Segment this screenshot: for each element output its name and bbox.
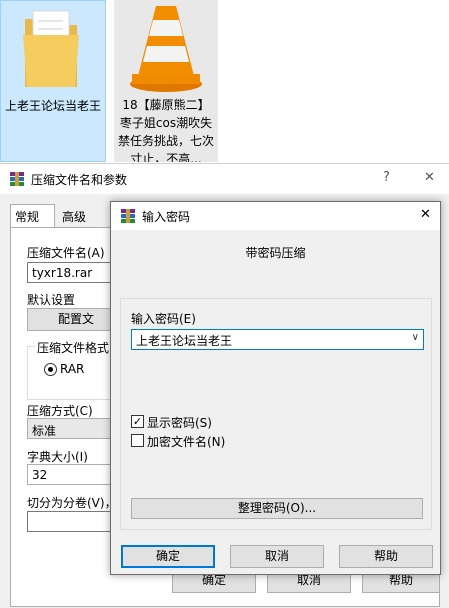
password-value: 上老王论坛当老王 — [136, 334, 233, 348]
archive-dialog-title: 压缩文件名和参数 — [31, 173, 128, 187]
password-dialog-title: 输入密码 — [142, 210, 191, 224]
archive-dialog-titlebar: 压缩文件名和参数 ? ✕ — [0, 164, 449, 194]
show-password-checkbox[interactable]: ✓ — [131, 415, 144, 428]
archive-format-label: 压缩文件格式 — [35, 339, 112, 356]
password-dialog: 输入密码 ✕ 带密码压缩 输入密码(E) 上老王论坛当老王 ∨ ✓ 显示密码(S… — [110, 201, 441, 575]
winrar-icon — [121, 209, 135, 223]
winrar-icon — [10, 172, 24, 186]
vlc-file-label: 18【藤原熊二】枣子姐cos潮吹失禁任务挑战，七次寸止，不高... — [118, 98, 214, 162]
dictionary-size-label: 字典大小(I) — [27, 450, 88, 464]
password-combobox[interactable]: 上老王论坛当老王 ∨ — [131, 329, 424, 350]
desktop-vlc-file-item[interactable]: 18【藤原熊二】枣子姐cos潮吹失禁任务挑战，七次寸止，不高... — [114, 0, 218, 162]
password-dialog-titlebar: 输入密码 ✕ — [111, 202, 440, 230]
rar-radio[interactable] — [44, 363, 57, 376]
rar-radio-dot — [48, 367, 53, 372]
compression-method-label: 压缩方式(C) — [27, 404, 93, 418]
organize-passwords-button[interactable]: 整理密码(O)... — [131, 498, 423, 519]
password-label: 输入密码(E) — [131, 312, 196, 326]
password-ok-button[interactable]: 确定 — [121, 545, 215, 568]
password-cancel-button[interactable]: 取消 — [230, 545, 324, 568]
password-dialog-heading: 带密码压缩 — [245, 246, 306, 260]
password-help-button[interactable]: 帮助 — [339, 545, 433, 568]
show-password-label: 显示密码(S) — [147, 416, 212, 430]
desktop-folder-item[interactable]: 上老王论坛当老王 — [0, 0, 106, 162]
chevron-down-icon[interactable]: ∨ — [412, 332, 419, 343]
folder-label: 上老王论坛当老王 — [5, 99, 102, 113]
tab-advanced[interactable]: 高级 — [58, 205, 98, 227]
tab-general[interactable]: 常规 — [10, 204, 55, 228]
encrypt-filenames-checkbox[interactable] — [131, 434, 144, 447]
archive-name-label: 压缩文件名(A) — [27, 246, 105, 260]
encrypt-filenames-label: 加密文件名(N) — [147, 435, 226, 449]
password-group: 输入密码(E) 上老王论坛当老王 ∨ ✓ 显示密码(S) 加密文件名(N) 整理… — [120, 298, 432, 530]
folder-icon — [23, 10, 79, 87]
help-question-button[interactable]: ? — [383, 170, 390, 185]
split-volumes-label: 切分为分卷(V)， — [27, 496, 117, 510]
password-dialog-close-button[interactable]: ✕ — [420, 207, 431, 222]
vlc-cone-icon — [130, 6, 202, 92]
default-settings-label: 默认设置 — [27, 293, 76, 307]
rar-option-label: RAR — [60, 362, 85, 376]
archive-dialog-close-button[interactable]: ✕ — [424, 170, 435, 185]
